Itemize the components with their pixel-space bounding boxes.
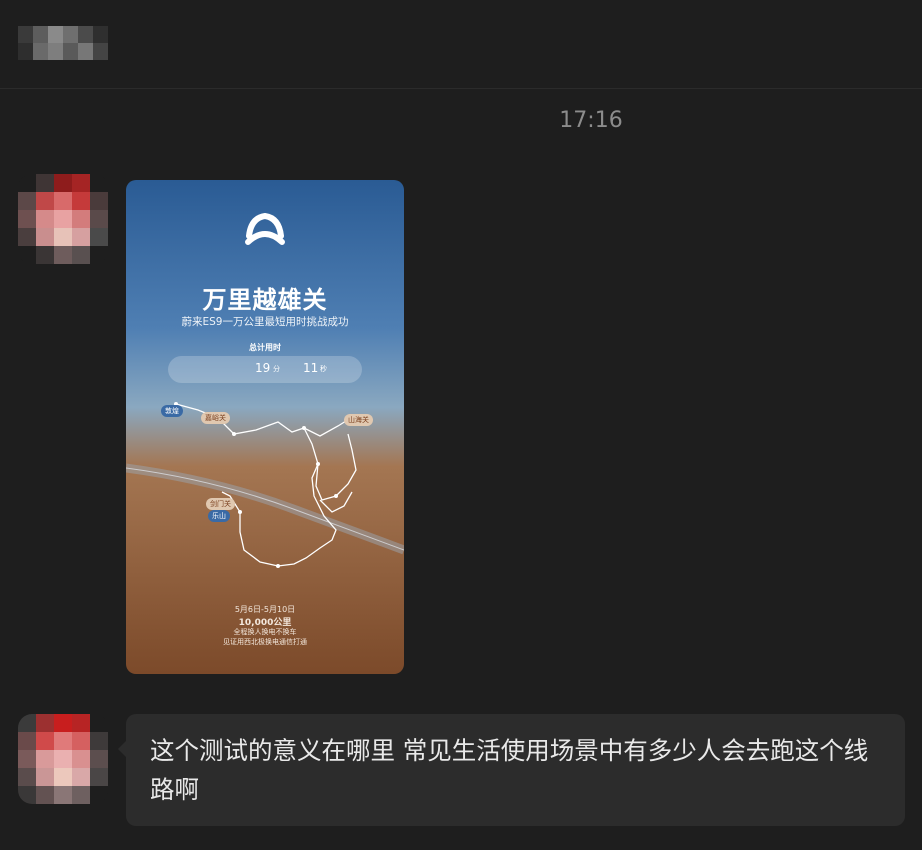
message-timestamp: 17:16	[559, 108, 623, 133]
map-label-jiayuguan: 嘉峪关	[201, 412, 230, 424]
poster-seconds: 11	[303, 361, 319, 375]
poster-image: 万里越雄关 蔚来ES9一万公里最短用时挑战成功 总计用时 19 分 11 秒 敦…	[126, 180, 404, 674]
poster-minutes-unit: 分	[273, 365, 280, 373]
poster-title: 万里越雄关	[202, 285, 328, 314]
poster-minutes: 19	[255, 361, 271, 375]
chat-header	[0, 0, 922, 89]
poster-seconds-unit: 秒	[320, 365, 327, 373]
message-text: 这个测试的意义在哪里 常见生活使用场景中有多少人会去跑这个线路啊	[150, 736, 869, 804]
poster-subtitle: 蔚来ES9一万公里最短用时挑战成功	[181, 316, 349, 328]
avatar[interactable]	[18, 714, 108, 804]
image-message[interactable]: 万里越雄关 蔚来ES9一万公里最短用时挑战成功 总计用时 19 分 11 秒 敦…	[126, 180, 404, 674]
poster-line-2: 见证用西北极换电通信打通	[223, 638, 307, 646]
avatar[interactable]	[18, 174, 108, 264]
contact-name-pixelated	[18, 26, 108, 60]
map-label-leshan: 乐山	[208, 510, 230, 522]
nio-logo-icon	[245, 212, 285, 245]
poster-line-1: 全程换人换电不换车	[233, 628, 297, 636]
map-label-jianmenguan: 剑门关	[206, 498, 235, 510]
map-label-shanhaiguan: 山海关	[344, 414, 373, 426]
map-label-dunhuang: 敦煌	[161, 405, 183, 417]
poster-time-bar: 19 分 11 秒	[168, 356, 362, 383]
poster-dates: 5月6日-5月10日	[234, 605, 296, 614]
poster-total-label: 总计用时	[249, 343, 281, 352]
text-message-bubble[interactable]: 这个测试的意义在哪里 常见生活使用场景中有多少人会去跑这个线路啊	[118, 714, 905, 826]
